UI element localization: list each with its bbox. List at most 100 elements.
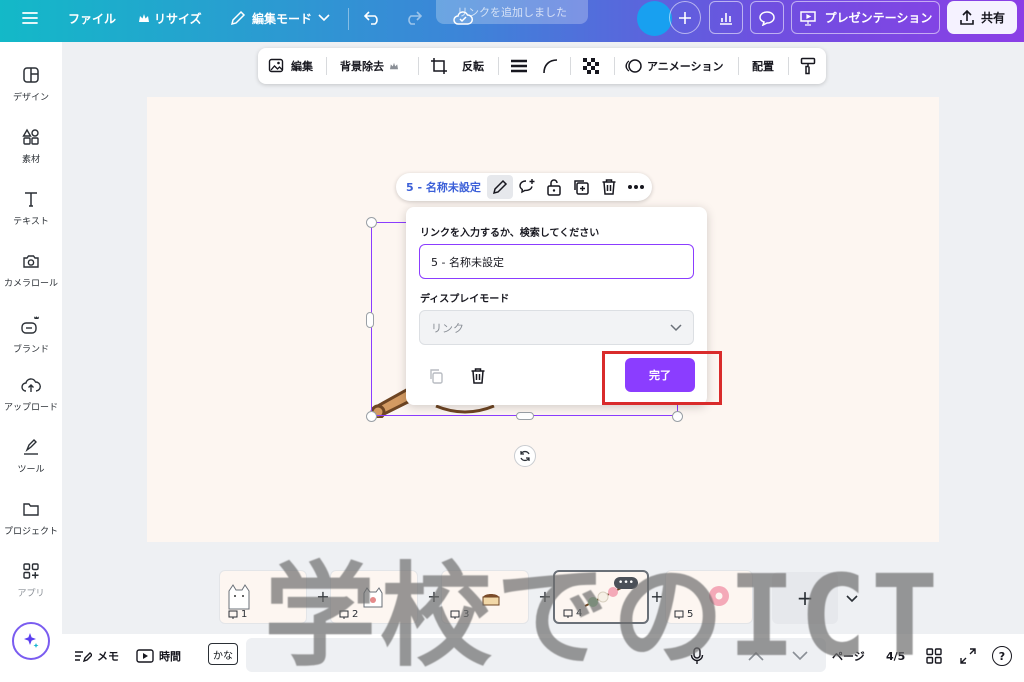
insights-button[interactable] bbox=[709, 1, 743, 34]
border-weight-icon[interactable] bbox=[510, 48, 528, 84]
page-more-options[interactable]: ••• bbox=[614, 577, 638, 589]
chevron-down-icon[interactable] bbox=[792, 634, 808, 678]
presentation-icon bbox=[339, 610, 349, 619]
notes-input[interactable] bbox=[246, 638, 826, 672]
toast-text: リンクを追加しました bbox=[457, 6, 567, 19]
file-menu[interactable]: ファイル bbox=[68, 0, 116, 36]
divider bbox=[498, 57, 499, 75]
element-name[interactable]: 5 - 名称未設定 bbox=[406, 173, 481, 201]
sidebar-item-label: ツール bbox=[17, 465, 45, 475]
divider bbox=[418, 57, 419, 75]
duplicate-icon[interactable] bbox=[571, 177, 591, 197]
page-number-label: 4 bbox=[576, 608, 583, 619]
image-edit-toolbar: 編集 背景除去 反転 アニメーション 配置 bbox=[258, 48, 826, 84]
sidebar-item-camera-roll[interactable]: カメラロール bbox=[0, 246, 62, 300]
resize-handle-bottom-left[interactable] bbox=[366, 411, 377, 422]
crop-icon[interactable] bbox=[430, 48, 448, 84]
sidebar-item-tools[interactable]: ツール bbox=[0, 432, 62, 486]
edit-link-icon[interactable] bbox=[487, 175, 513, 199]
sidebar-item-upload[interactable]: アップロード bbox=[0, 370, 62, 424]
page-thumbnail-3[interactable]: 3 bbox=[441, 570, 529, 624]
divider bbox=[738, 57, 739, 75]
add-page-button[interactable]: + bbox=[772, 572, 838, 624]
copy-link-icon[interactable] bbox=[425, 365, 447, 387]
add-page-between-icon[interactable]: + bbox=[647, 586, 667, 606]
page-number: 3 bbox=[450, 609, 469, 620]
resize-handle-bottom[interactable] bbox=[516, 412, 534, 420]
divider bbox=[326, 57, 327, 75]
resize-handle-bottom-right[interactable] bbox=[672, 411, 683, 422]
menu-icon[interactable] bbox=[22, 0, 38, 36]
animation-button[interactable]: アニメーション bbox=[624, 48, 724, 84]
image-edit-icon bbox=[268, 58, 284, 73]
element-context-bar: 5 - 名称未設定 bbox=[396, 173, 652, 201]
sidebar-item-label: アップロード bbox=[3, 403, 58, 413]
page-counter-text: 4/5 bbox=[886, 649, 906, 663]
position-button[interactable]: 配置 bbox=[752, 48, 774, 84]
play-icon bbox=[136, 649, 154, 663]
timer-button[interactable]: 時間 bbox=[136, 634, 181, 678]
resize-button[interactable]: リサイズ bbox=[138, 0, 202, 36]
link-input[interactable]: 5 - 名称未設定 bbox=[419, 244, 694, 279]
sidebar-item-design[interactable]: デザイン bbox=[0, 60, 62, 114]
sidebar-item-text[interactable]: テキスト bbox=[0, 184, 62, 238]
share-label: 共有 bbox=[980, 11, 1005, 25]
timer-label: 時間 bbox=[159, 650, 181, 663]
present-button[interactable]: プレゼンテーション bbox=[791, 1, 940, 34]
page-number: 5 bbox=[674, 609, 693, 620]
resize-handle-top-left[interactable] bbox=[366, 217, 377, 228]
undo-icon[interactable] bbox=[364, 0, 382, 36]
page-thumbnail-2[interactable]: 2 bbox=[330, 570, 418, 624]
transparency-icon[interactable] bbox=[582, 48, 600, 84]
notes-button[interactable]: メモ bbox=[74, 634, 119, 678]
page-thumbnail-1[interactable]: 1 bbox=[219, 570, 307, 624]
sidebar-item-elements[interactable]: 素材 bbox=[0, 122, 62, 176]
comment-icon bbox=[759, 10, 775, 26]
chevron-up-icon[interactable] bbox=[748, 634, 764, 678]
collapse-pages-icon[interactable] bbox=[846, 588, 858, 607]
kana-button[interactable]: かな bbox=[208, 643, 238, 665]
background-remove-button[interactable]: 背景除去 bbox=[340, 48, 399, 84]
presentation-icon bbox=[450, 610, 460, 619]
comment-button[interactable] bbox=[750, 1, 784, 34]
avatar[interactable] bbox=[637, 1, 672, 36]
sidebar-item-label: アプリ bbox=[17, 589, 45, 599]
element-name-label: 5 - 名称未設定 bbox=[406, 181, 481, 194]
trash-icon[interactable] bbox=[599, 177, 619, 197]
add-comment-icon[interactable] bbox=[517, 177, 537, 197]
sidebar-item-label: 素材 bbox=[21, 155, 40, 165]
sidebar-item-projects[interactable]: プロジェクト bbox=[0, 494, 62, 548]
fullscreen-icon[interactable] bbox=[960, 634, 976, 678]
sidebar-item-label: プロジェクト bbox=[3, 527, 58, 537]
shapes-icon bbox=[22, 128, 39, 145]
cake-illustration bbox=[482, 594, 500, 606]
microphone-icon[interactable] bbox=[690, 634, 704, 678]
sidebar-item-brand[interactable]: ブランド bbox=[0, 308, 62, 362]
display-mode-label: ディスプレイモード bbox=[420, 294, 510, 305]
more-options-icon[interactable] bbox=[626, 177, 646, 197]
edit-mode-dropdown[interactable]: 編集モード bbox=[230, 0, 330, 36]
sidebar-item-apps[interactable]: アプリ bbox=[0, 556, 62, 610]
flip-button[interactable]: 反転 bbox=[462, 48, 484, 84]
add-page-between-icon[interactable]: + bbox=[535, 586, 555, 606]
help-button[interactable]: ? bbox=[992, 634, 1012, 678]
present-label: プレゼンテーション bbox=[824, 11, 933, 25]
text-icon bbox=[25, 192, 37, 207]
rotate-button[interactable] bbox=[514, 445, 536, 467]
lock-icon[interactable] bbox=[544, 177, 564, 197]
kana-label: かな bbox=[213, 650, 233, 662]
add-collaborator-button[interactable] bbox=[669, 1, 701, 34]
paint-roller-icon[interactable] bbox=[800, 48, 816, 84]
page-more-label: ••• bbox=[618, 577, 634, 588]
page-counter[interactable]: 4/5 bbox=[886, 634, 905, 678]
resize-handle-left[interactable] bbox=[366, 312, 374, 328]
edit-image-button[interactable]: 編集 bbox=[268, 48, 313, 84]
display-mode-select[interactable]: リンク bbox=[419, 310, 694, 345]
redo-icon[interactable] bbox=[404, 0, 422, 36]
remove-link-icon[interactable] bbox=[467, 365, 489, 387]
corner-radius-icon[interactable] bbox=[542, 48, 558, 84]
share-button[interactable]: 共有 bbox=[947, 1, 1017, 34]
page-thumbnail-5[interactable]: 5 bbox=[665, 570, 753, 624]
grid-view-icon[interactable] bbox=[926, 634, 942, 678]
magic-assistant-button[interactable] bbox=[12, 622, 50, 660]
